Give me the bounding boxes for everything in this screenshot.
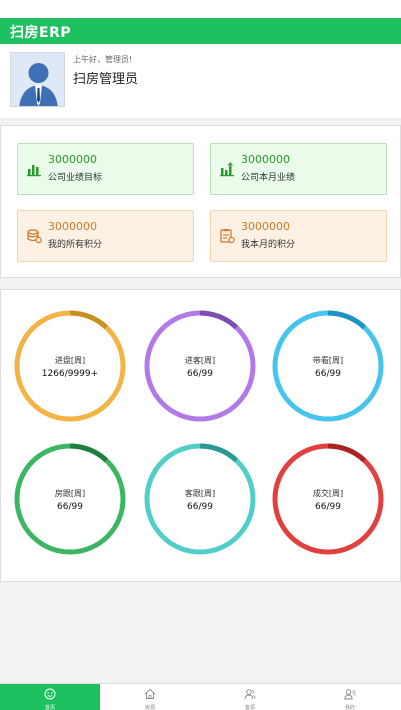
trend-chart-icon xyxy=(220,162,234,177)
ring-chart xyxy=(272,310,384,422)
ring-value: 66/99 xyxy=(187,502,213,512)
ring-new-clients[interactable]: 进客[周] 66/99 xyxy=(143,309,257,423)
tab-label: 房源 xyxy=(144,705,155,710)
bar-chart-icon xyxy=(27,165,41,177)
ring-chart xyxy=(14,443,126,555)
ring-deals[interactable]: 成交[周] 66/99 xyxy=(271,442,385,556)
points-icon xyxy=(220,229,235,244)
ring-label: 进客[周] xyxy=(184,356,216,365)
ring-chart xyxy=(14,310,126,422)
profile-section: 上午好，管理员! 扫房管理员 xyxy=(0,44,401,118)
app-header: 扫房ERP xyxy=(0,18,401,44)
ring-label: 客跟[周] xyxy=(184,489,216,498)
ring-chart xyxy=(144,310,256,422)
stat-card-my-points[interactable]: 3000000 我的所有积分 xyxy=(17,210,194,262)
stat-card-company-target[interactable]: 3000000 公司业绩目标 xyxy=(17,143,194,195)
ring-chart xyxy=(272,443,384,555)
stats-panel: 3000000 公司业绩目标 3000000 公司本月业绩 3000000 我的… xyxy=(0,125,401,278)
users-icon xyxy=(244,689,256,700)
tab-listings[interactable]: 房源 xyxy=(100,684,200,710)
tab-label: 我的 xyxy=(344,705,355,710)
ring-new-listings[interactable]: 进盘[周] 1266/9999+ xyxy=(13,309,127,423)
user-avatar-icon xyxy=(11,53,64,106)
ring-chart xyxy=(144,443,256,555)
bottom-tab-bar: 首页 房源 客源 我的 xyxy=(0,683,401,710)
ring-label: 带看[周] xyxy=(312,356,344,365)
ring-value: 66/99 xyxy=(315,369,341,379)
stat-card-company-month[interactable]: 3000000 公司本月业绩 xyxy=(210,143,387,195)
stat-value: 3000000 xyxy=(241,220,290,233)
stat-card-my-month-points[interactable]: 3000000 我本月的积分 xyxy=(210,210,387,262)
tab-label: 首页 xyxy=(44,705,55,710)
stat-label: 公司业绩目标 xyxy=(48,173,103,183)
stat-value: 3000000 xyxy=(241,153,290,166)
ring-listing-followups[interactable]: 房跟[周] 66/99 xyxy=(13,442,127,556)
profile-icon xyxy=(344,689,356,700)
ring-value: 66/99 xyxy=(187,369,213,379)
user-name: 扫房管理员 xyxy=(73,72,139,87)
stat-label: 我的所有积分 xyxy=(48,240,103,250)
avatar[interactable] xyxy=(10,52,65,107)
ring-value: 1266/9999+ xyxy=(41,369,99,379)
ring-value: 66/99 xyxy=(315,502,341,512)
stat-value: 3000000 xyxy=(48,153,97,166)
tab-clients[interactable]: 客源 xyxy=(200,684,300,710)
house-icon xyxy=(144,688,156,699)
ring-value: 66/99 xyxy=(57,502,83,512)
tab-mine[interactable]: 我的 xyxy=(300,684,400,710)
ring-client-followups[interactable]: 客跟[周] 66/99 xyxy=(143,442,257,556)
home-face-icon xyxy=(44,688,56,700)
ring-label: 进盘[周] xyxy=(54,356,86,365)
status-bar xyxy=(0,0,401,18)
ring-label: 房跟[周] xyxy=(54,489,86,498)
greeting-text: 上午好，管理员! xyxy=(73,55,133,64)
stat-value: 3000000 xyxy=(48,220,97,233)
tab-home[interactable]: 首页 xyxy=(0,684,100,710)
app-title: 扫房ERP xyxy=(10,25,72,41)
tab-label: 客源 xyxy=(244,705,255,710)
coins-icon xyxy=(27,229,42,244)
stat-label: 我本月的积分 xyxy=(241,240,296,250)
stat-label: 公司本月业绩 xyxy=(241,173,296,183)
ring-label: 成交[周] xyxy=(312,489,344,498)
ring-viewings[interactable]: 带看[周] 66/99 xyxy=(271,309,385,423)
weekly-progress-panel: 进盘[周] 1266/9999+ 进客[周] 66/99 带看[周] 66/99… xyxy=(0,289,401,582)
